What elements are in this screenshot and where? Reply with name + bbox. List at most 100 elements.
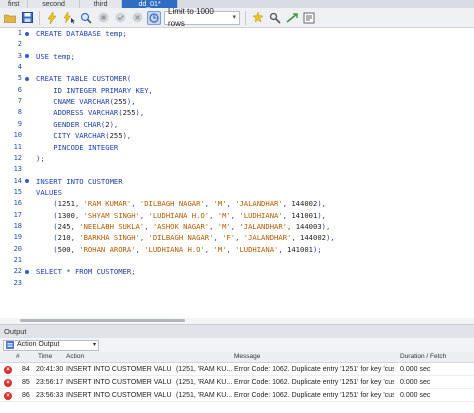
code-line[interactable]: CREATE TABLE CUSTOMER(: [36, 73, 131, 84]
row-duration: 0.000 sec: [400, 379, 431, 386]
limit-rows-select[interactable]: Limit to 1000 rows ▾: [164, 7, 240, 28]
code-line[interactable]: (1300, 'SHYAM SINGH', 'LUDHIANA H.O', 'M…: [36, 210, 326, 221]
code-line[interactable]: ID INTEGER PRIMARY KEY,: [36, 85, 153, 96]
code-line[interactable]: );: [36, 153, 45, 164]
column-header-action: Action: [66, 353, 85, 360]
line-number: 4: [17, 63, 22, 72]
code-line[interactable]: (245, 'NEELABH SUKLA', 'ASHOK NAGAR', 'M…: [36, 221, 330, 232]
lightning-cursor-icon[interactable]: [62, 11, 76, 25]
save-icon[interactable]: [20, 11, 34, 25]
commit-check-icon[interactable]: [113, 11, 127, 25]
code-line[interactable]: (500, 'ROHAN ARORA', 'LUDHIANA H.O', 'M'…: [36, 244, 321, 255]
sql-editor[interactable]: 1 2 3 4 5 6 7 8 9 10 11 12 13 14 15 16 17 18 19 20 21 22 23 CR…: [0, 28, 474, 318]
magnifier-explain-icon[interactable]: [79, 11, 93, 25]
error-icon: ×: [4, 379, 12, 387]
lightning-execute-icon[interactable]: [45, 11, 59, 25]
row-message: Error Code: 1062. Duplicate entry '1251'…: [234, 392, 394, 399]
row-duration: 0.000 sec: [400, 392, 431, 399]
row-number: 84: [22, 366, 30, 373]
line-number: 20: [13, 244, 22, 253]
rollback-icon[interactable]: [130, 11, 144, 25]
line-number: 2: [17, 40, 22, 49]
error-icon: ×: [4, 392, 12, 400]
row-message: Error Code: 1062. Duplicate entry '1251'…: [234, 379, 394, 386]
code-line[interactable]: CITY VARCHAR(255),: [36, 130, 131, 141]
output-list-icon: [6, 341, 14, 349]
row-number: 86: [22, 392, 30, 399]
line-number: 22: [13, 267, 22, 276]
line-number: 7: [17, 97, 22, 106]
line-number: 23: [13, 278, 22, 287]
row-action-values: (1251, 'RAM KU...: [176, 366, 232, 373]
code-line[interactable]: (210, 'BARKHA SINGH', 'DILBAGH NAGAR', '…: [36, 232, 334, 243]
column-header-time: Time: [38, 353, 53, 360]
stop-icon[interactable]: [96, 11, 110, 25]
wrap-icon[interactable]: [302, 11, 316, 25]
chevron-down-icon: ▾: [232, 13, 236, 21]
tab-first[interactable]: first: [0, 0, 29, 8]
output-type-select[interactable]: Action Output ▾: [3, 339, 99, 351]
toolbar-divider: [245, 10, 246, 25]
line-number: 14: [13, 176, 22, 185]
tab-second[interactable]: second: [28, 0, 80, 8]
line-number-gutter: 1 2 3 4 5 6 7 8 9 10 11 12 13 14 15 16 17 18 19 20 21 22 23: [0, 28, 36, 318]
output-row[interactable]: × 86 23:56:33 INSERT INTO CUSTOMER VALUES (1…: [0, 390, 474, 402]
invisible-chars-icon[interactable]: [285, 11, 299, 25]
tab-strip: first second third dd_01*: [0, 0, 474, 8]
line-number: 8: [17, 108, 22, 117]
statement-marker-icon: [25, 179, 29, 184]
code-line[interactable]: PINCODE INTEGER: [36, 142, 118, 153]
open-folder-icon[interactable]: [3, 11, 17, 25]
code-line[interactable]: GENDER CHAR(2),: [36, 119, 118, 130]
tab-third[interactable]: third: [79, 0, 123, 8]
line-number: 5: [17, 74, 22, 83]
output-grid-header: # Time Action Message Duration / Fetch: [0, 352, 474, 363]
code-line[interactable]: ADDRESS VARCHAR(255),: [36, 107, 144, 118]
line-number: 15: [13, 187, 22, 196]
row-time: 20:41:30: [36, 366, 64, 373]
code-line[interactable]: SELECT * FROM CUSTOMER;: [36, 266, 136, 277]
code-line[interactable]: USE temp;: [36, 51, 75, 62]
line-number: 13: [13, 165, 22, 174]
toggle-autocommit-icon[interactable]: [147, 10, 161, 25]
line-number: 3: [17, 51, 22, 60]
editor-toolbar: Limit to 1000 rows ▾: [0, 7, 474, 28]
code-area[interactable]: CREATE DATABASE temp; USE temp; CREATE TAB…: [36, 28, 474, 318]
statement-marker-icon: [25, 76, 29, 81]
output-panel-title: Output: [0, 324, 474, 338]
column-header-number: #: [16, 353, 20, 360]
code-line[interactable]: VALUES: [36, 187, 62, 198]
statement-marker-icon: [25, 269, 29, 274]
row-time: 23:56:17: [36, 379, 64, 386]
statement-marker-icon: [25, 31, 29, 36]
beautify-icon[interactable]: [251, 11, 265, 25]
line-number: 6: [17, 85, 22, 94]
column-header-message: Message: [234, 353, 261, 360]
output-type-label: Action Output: [17, 341, 60, 348]
column-header-duration: Duration / Fetch: [400, 353, 447, 360]
line-number: 16: [13, 199, 22, 208]
row-time: 23:56:33: [36, 392, 64, 399]
output-row[interactable]: × 84 20:41:30 INSERT INTO CUSTOMER VALUES (1…: [0, 364, 474, 376]
limit-rows-label: Limit to 1000 rows: [168, 6, 214, 28]
row-number: 85: [22, 379, 30, 386]
chevron-down-icon: ▾: [92, 342, 96, 348]
line-number: 21: [13, 256, 22, 264]
line-number: 9: [17, 119, 22, 128]
code-line[interactable]: INSERT INTO CUSTOMER: [36, 176, 123, 187]
code-line[interactable]: (1251, 'RAM KUMAR', 'DILBAGH NAGAR', 'M'…: [36, 198, 326, 209]
line-number: 1: [17, 29, 22, 37]
statement-marker-icon: [25, 54, 29, 59]
line-number: 10: [13, 131, 22, 140]
output-row[interactable]: × 85 23:56:17 INSERT INTO CUSTOMER VALUES (1…: [0, 377, 474, 389]
code-line[interactable]: CNAME VARCHAR(255),: [36, 96, 135, 107]
scrollbar-thumb[interactable]: [20, 319, 185, 322]
output-toolbar: Action Output ▾: [0, 338, 474, 352]
row-duration: 0.000 sec: [400, 366, 431, 373]
code-line[interactable]: CREATE DATABASE temp;: [36, 28, 127, 39]
row-action-values: (1251, 'RAM KU...: [176, 392, 232, 399]
row-action-values: (1251, 'RAM KU...: [176, 379, 232, 386]
line-number: 11: [13, 142, 22, 151]
line-number: 17: [13, 210, 22, 219]
find-icon[interactable]: [268, 11, 282, 25]
